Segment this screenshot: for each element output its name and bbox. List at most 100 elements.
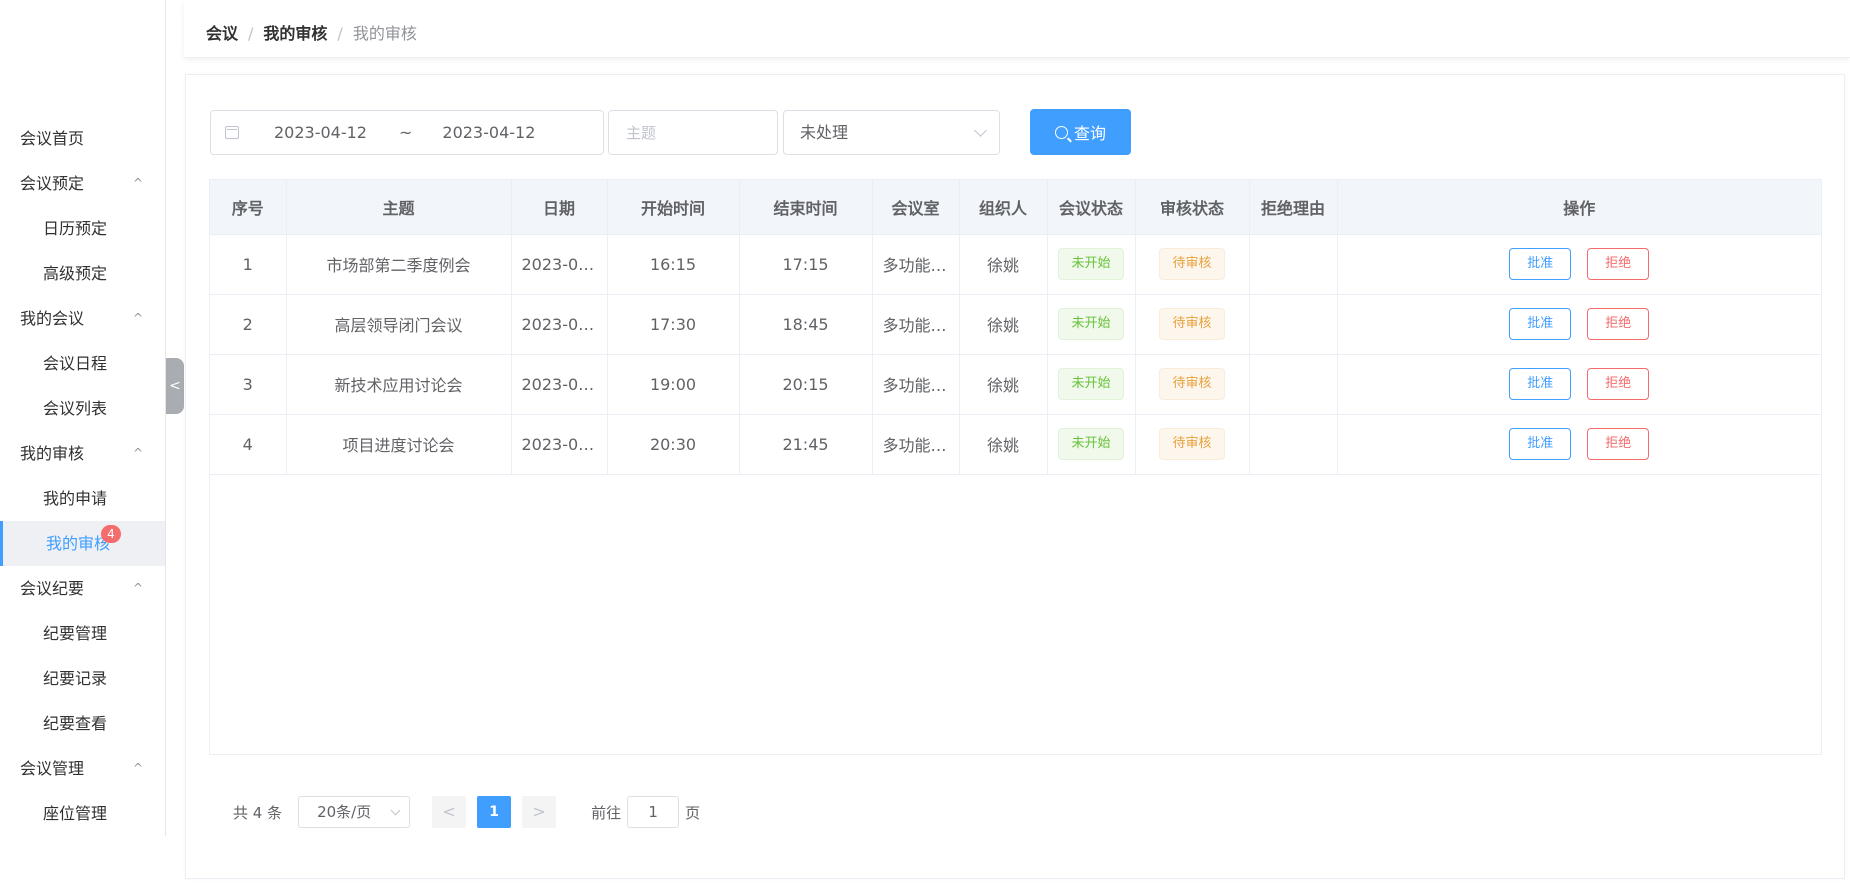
date-range-picker[interactable]: 2023-04-12 ~ 2023-04-12	[210, 110, 604, 155]
status-select[interactable]: 未处理	[783, 110, 1000, 155]
sidebar-item-label: 纪要记录	[43, 669, 108, 688]
sidebar-item-14[interactable]: 会议管理 ^	[0, 746, 165, 791]
sidebar-item-9[interactable]: 我的审核 4	[0, 521, 165, 566]
table-body: 1 市场部第二季度例会 2023-04-12 16:15 17:15 多功能会... 徐姚未…	[210, 234, 1821, 475]
sidebar-item-label: 日历预定	[43, 219, 108, 238]
sidebar-item-11[interactable]: 纪要管理	[0, 611, 165, 656]
approve-button[interactable]: 批准	[1509, 368, 1572, 400]
breadcrumb-level1[interactable]: 会议	[206, 24, 238, 43]
sidebar-item-4[interactable]: 我的会议 ^	[0, 296, 165, 341]
chevron-up-icon: ^	[132, 176, 143, 190]
reject-button[interactable]: 拒绝	[1587, 368, 1650, 400]
approve-button[interactable]: 批准	[1509, 308, 1572, 340]
review-status-badge: 待审核	[1159, 428, 1225, 460]
sidebar-item-2[interactable]: 日历预定	[0, 206, 165, 251]
sidebar-item-5[interactable]: 会议日程	[0, 341, 165, 386]
column-header: 拒绝理由	[1249, 180, 1338, 235]
calendar-icon	[225, 126, 239, 139]
approve-button[interactable]: 批准	[1509, 428, 1572, 460]
review-table: 序号 主题 日期 开始时间 结束时间 会议室 组织人 会议状态 审核状态 拒绝理由 操作 1 市场部第…	[209, 179, 1822, 755]
cell-room: 多功能会...	[872, 234, 960, 295]
column-header: 会议状态	[1047, 180, 1136, 235]
page-size-select[interactable]: 20条/页	[298, 796, 411, 828]
cell-no: 1	[210, 234, 287, 295]
sidebar-item-label: 会议日程	[43, 354, 108, 373]
cell-reason	[1249, 234, 1338, 295]
sidebar-item-label: 纪要管理	[43, 624, 108, 643]
prev-page-button[interactable]: <	[432, 796, 467, 828]
cell-meeting-status: 未开始	[1047, 354, 1136, 415]
cell-room: 多功能会...	[872, 294, 960, 355]
column-header: 开始时间	[607, 180, 740, 235]
header: 会议 / 我的审核 / 我的审核	[184, 0, 1850, 58]
cell-review-status: 待审核	[1135, 294, 1250, 355]
page-suffix: 页	[685, 803, 701, 822]
column-header: 审核状态	[1135, 180, 1250, 235]
sidebar-item-15[interactable]: 座位管理	[0, 791, 165, 836]
meeting-status-badge: 未开始	[1058, 308, 1124, 340]
sidebar-item-1[interactable]: 会议预定 ^	[0, 161, 165, 206]
pagination-total: 共 4 条	[233, 803, 283, 822]
sidebar-item-10[interactable]: 会议纪要 ^	[0, 566, 165, 611]
page-number-current[interactable]: 1	[477, 796, 512, 828]
sidebar-item-label: 我的审核	[46, 534, 111, 553]
cell-topic: 新技术应用讨论会	[286, 354, 512, 415]
topic-input[interactable]	[608, 110, 778, 155]
content-card: 2023-04-12 ~ 2023-04-12 未处理 查询 序号主题日期开始时…	[185, 74, 1845, 879]
column-header: 序号	[210, 180, 287, 235]
cell-date: 2023-04-12	[511, 234, 608, 295]
sidebar-item-7[interactable]: 我的审核 ^	[0, 431, 165, 476]
sidebar-item-label: 会议预定	[20, 174, 85, 193]
reject-button[interactable]: 拒绝	[1587, 308, 1650, 340]
cell-room: 多功能会...	[872, 354, 960, 415]
next-page-button[interactable]: >	[522, 796, 557, 828]
sidebar-item-6[interactable]: 会议列表	[0, 386, 165, 431]
pagination: 共 4 条 20条/页 < 1 > 前往 页	[233, 796, 700, 828]
date-end[interactable]: 2023-04-12	[442, 123, 535, 142]
sidebar-item-0[interactable]: 会议首页	[0, 116, 165, 161]
table-row: 2 高层领导闭门会议 2023-04-12 17:30 18:45 多功能会... 徐姚 未开…	[210, 294, 1821, 355]
sidebar: 会议首页 会议预定 ^ 日历预定 高级预定 我的会议 ^ 会议日程 会议列表 我的审核 ^ 我的申请我…	[0, 0, 166, 836]
breadcrumb-level2[interactable]: 我的审核	[263, 24, 327, 43]
sidebar-item-3[interactable]: 高级预定	[0, 251, 165, 296]
chevron-right-icon: >	[532, 802, 546, 821]
cell-reason	[1249, 414, 1338, 475]
cell-date: 2023-04-12	[511, 414, 608, 475]
query-button-label: 查询	[1073, 124, 1106, 143]
approve-button[interactable]: 批准	[1509, 248, 1572, 280]
cell-date: 2023-04-12	[511, 294, 608, 355]
review-status-badge: 待审核	[1159, 308, 1225, 340]
column-header: 会议室	[872, 180, 960, 235]
cell-review-status: 待审核	[1135, 414, 1250, 475]
cell-review-status: 待审核	[1135, 354, 1250, 415]
sidebar-item-label: 高级预定	[43, 264, 108, 283]
sidebar-item-12[interactable]: 纪要记录	[0, 656, 165, 701]
goto-page-input[interactable]	[627, 796, 680, 828]
cell-meeting-status: 未开始	[1047, 414, 1136, 475]
cell-review-status: 待审核	[1135, 234, 1250, 295]
cell-no: 4	[210, 414, 287, 475]
date-range-separator: ~	[398, 123, 413, 142]
table-row: 3 新技术应用讨论会 2023-04-12 19:00 20:15 多功能会... 徐姚 未开…	[210, 354, 1821, 415]
cell-no: 3	[210, 354, 287, 415]
chevron-up-icon: ^	[132, 446, 143, 460]
table-row: 4 项目进度讨论会 2023-04-12 20:30 21:45 多功能会... 徐姚 未开始…	[210, 414, 1821, 475]
chevron-left-icon: <	[169, 378, 181, 394]
breadcrumb-separator: /	[248, 24, 254, 43]
page-size-value: 20条/页	[317, 803, 372, 821]
sidebar-item-8[interactable]: 我的申请	[0, 476, 165, 521]
column-header: 结束时间	[739, 180, 873, 235]
sidebar-collapse-handle[interactable]: <	[166, 358, 184, 414]
reject-button[interactable]: 拒绝	[1587, 428, 1650, 460]
cell-start: 16:15	[607, 234, 740, 295]
sidebar-item-label: 会议列表	[43, 399, 108, 418]
cell-room: 多功能会...	[872, 414, 960, 475]
chevron-up-icon: ^	[132, 761, 143, 775]
date-start[interactable]: 2023-04-12	[274, 123, 367, 142]
reject-button[interactable]: 拒绝	[1587, 248, 1650, 280]
sidebar-item-13[interactable]: 纪要查看	[0, 701, 165, 746]
query-button[interactable]: 查询	[1030, 109, 1131, 155]
review-status-badge: 待审核	[1159, 368, 1225, 400]
cell-topic: 市场部第二季度例会	[286, 234, 512, 295]
chevron-left-icon: <	[442, 802, 456, 821]
